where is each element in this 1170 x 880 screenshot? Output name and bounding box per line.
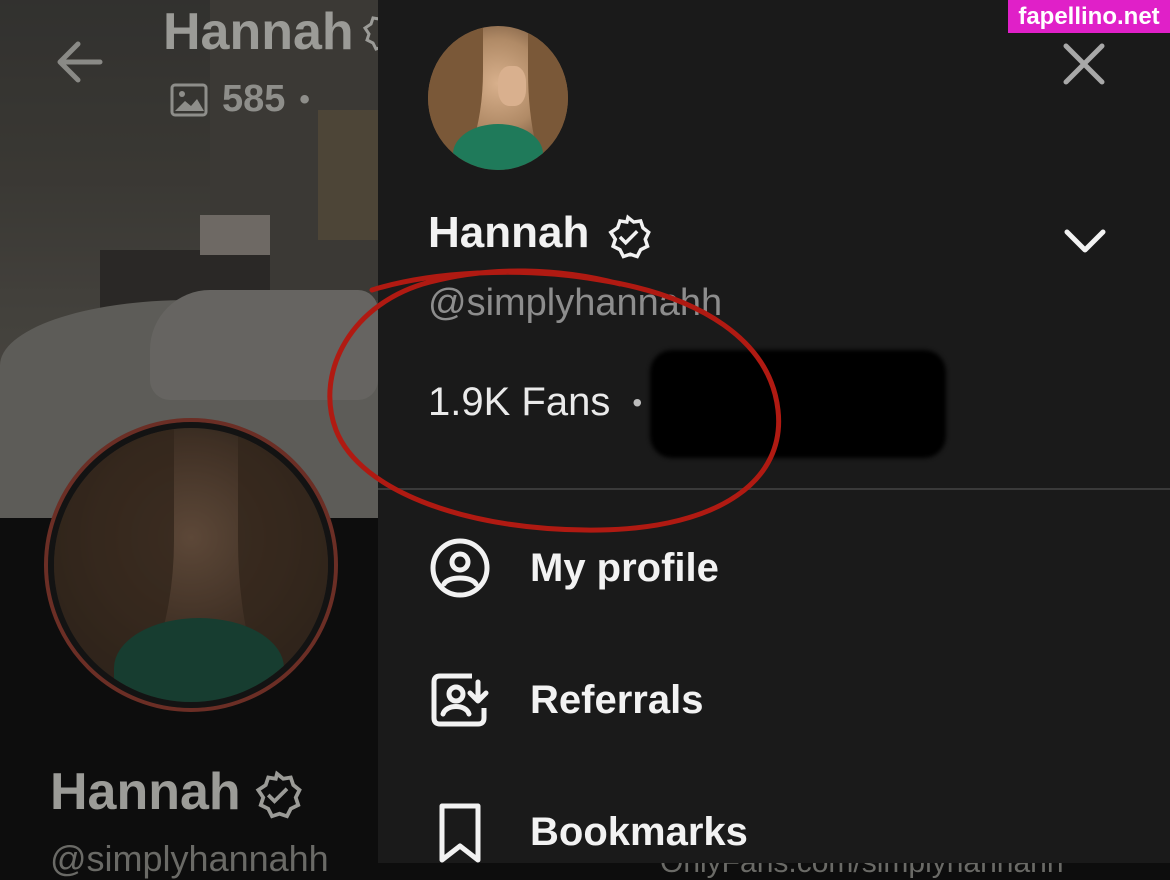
avatar[interactable] [428,26,568,170]
close-button[interactable] [1058,38,1110,90]
background-profile-handle: @simplyhannahh [50,838,329,879]
verified-badge-icon [255,770,302,819]
background-profile-name: Hannah [50,763,241,821]
menu-item-my-profile[interactable]: My profile [428,528,1128,608]
account-switch-button[interactable] [1062,222,1108,262]
fans-separator: • [632,386,643,418]
bookmark-icon [439,803,481,863]
divider [378,488,1170,490]
back-arrow-icon[interactable] [52,34,108,100]
menu-item-label: My profile [530,545,719,590]
referrals-icon [431,673,489,727]
menu-item-label: Referrals [530,677,704,722]
fans-count-row: 1.9K Fans • [428,380,642,425]
menu-item-label: Bookmarks [530,809,748,854]
background-top-bar: Hannah 585 • [0,0,400,140]
close-icon [1063,43,1105,85]
fans-count: 1.9K Fans [428,380,611,424]
background-avatar [44,418,338,712]
redaction-mark [650,350,946,458]
user-name: Hannah [428,208,590,257]
background-title: Hannah [163,3,354,61]
menu-item-referrals[interactable]: Referrals [428,660,1128,740]
stats-separator: • [299,82,310,116]
media-count: 585 [222,78,286,120]
user-circle-icon [430,538,490,598]
image-icon [170,83,208,116]
watermark: fapellino.net [1008,0,1170,33]
verified-badge-icon [608,214,651,259]
side-drawer: Hannah @simplyhannahh 1.9K Fans • My pro… [378,0,1170,863]
menu-item-bookmarks[interactable]: Bookmarks [428,792,1128,872]
user-handle: @simplyhannahh [428,282,723,324]
chevron-down-icon [1064,229,1106,253]
background-stats: 585 • [170,78,310,121]
